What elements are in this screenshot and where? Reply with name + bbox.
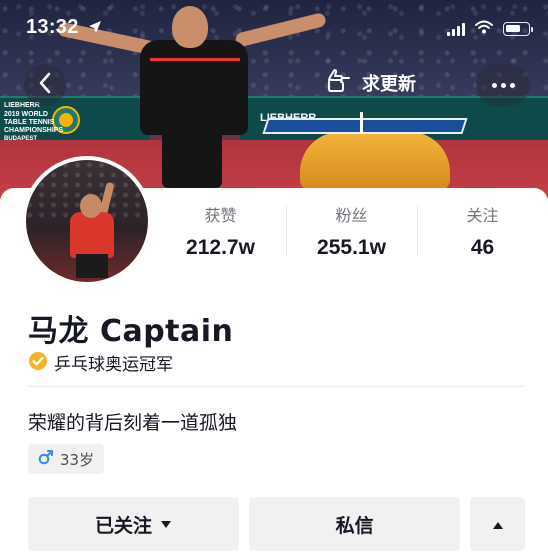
back-button[interactable]: [24, 64, 66, 106]
ad-line-2: 2019 WORLD: [4, 111, 48, 118]
section-divider: [28, 386, 524, 387]
ad-line-5: BUDAPEST: [4, 136, 38, 142]
stat-value: 212.7w: [186, 236, 255, 259]
male-icon: [38, 449, 54, 469]
status-time: 13:32: [26, 16, 79, 38]
avatar-player-head: [80, 194, 102, 218]
verification-label: 乒乓球奥运冠军: [54, 355, 173, 375]
more-options-button[interactable]: [476, 64, 530, 106]
message-label: 私信: [335, 514, 374, 537]
avatar-player-shirt: [70, 212, 114, 258]
more-dot-icon: [509, 82, 515, 88]
pointing-hand-icon: [326, 68, 352, 98]
location-arrow-icon: [88, 19, 102, 38]
profile-signature: 荣耀的背后刻着一道孤独: [28, 412, 238, 434]
ad-line-4: CHAMPIONSHIPS: [4, 127, 64, 134]
verification-badge: 乒乓球奥运冠军: [28, 350, 173, 375]
stat-value: 46: [470, 236, 495, 259]
caret-up-icon: [492, 513, 504, 535]
profile-stats: 获赞 212.7w 粉丝 255.1w 关注 46: [155, 200, 548, 270]
chevron-left-icon: [38, 72, 52, 98]
ad-line-3: TABLE TENNIS: [4, 119, 55, 126]
wifi-icon: [475, 19, 493, 38]
cover-player-head: [172, 6, 208, 48]
status-indicators: [447, 19, 533, 38]
cover-crowd: [0, 0, 548, 110]
cover-jersey-stripe: [150, 58, 240, 61]
avatar[interactable]: [22, 156, 152, 286]
cover-ad-board-left: LIEBHERR 2019 WORLD TABLE TENNIS CHAMPIO…: [0, 96, 150, 142]
age-label: 33岁: [60, 450, 95, 469]
cover-table-net: [360, 112, 363, 134]
more-dot-icon: [491, 82, 497, 88]
request-update-label: 求更新: [362, 74, 416, 95]
request-update-button[interactable]: 求更新: [326, 68, 416, 98]
profile-name: 马龙 Captain: [28, 314, 234, 349]
age-gender-tag: 33岁: [28, 444, 105, 474]
cover-ping-pong-table: [262, 118, 468, 134]
avatar-player-shorts: [76, 254, 108, 278]
stat-label: 获赞: [204, 206, 237, 225]
cellular-signal-icon: [447, 22, 465, 36]
followed-label: 已关注: [95, 514, 153, 537]
caret-down-icon: [160, 513, 172, 535]
profile-actions: 已关注 私信: [28, 497, 525, 551]
cover-player-body: [140, 40, 248, 135]
stat-value: 255.1w: [317, 236, 386, 259]
cover-trophy: [300, 132, 450, 190]
followed-button[interactable]: 已关注: [28, 497, 240, 551]
battery-icon: [503, 21, 533, 36]
stat-label: 粉丝: [335, 206, 368, 225]
message-button[interactable]: 私信: [249, 497, 461, 551]
stat-followers[interactable]: 粉丝 255.1w: [286, 200, 417, 270]
more-dot-icon: [500, 82, 506, 88]
cover-player-shorts: [162, 122, 222, 188]
stat-following[interactable]: 关注 46: [417, 200, 548, 270]
verified-check-icon: [28, 351, 48, 375]
stat-label: 关注: [466, 206, 499, 225]
stat-likes[interactable]: 获赞 212.7w: [155, 200, 286, 270]
expand-recommendations-button[interactable]: [470, 497, 525, 551]
